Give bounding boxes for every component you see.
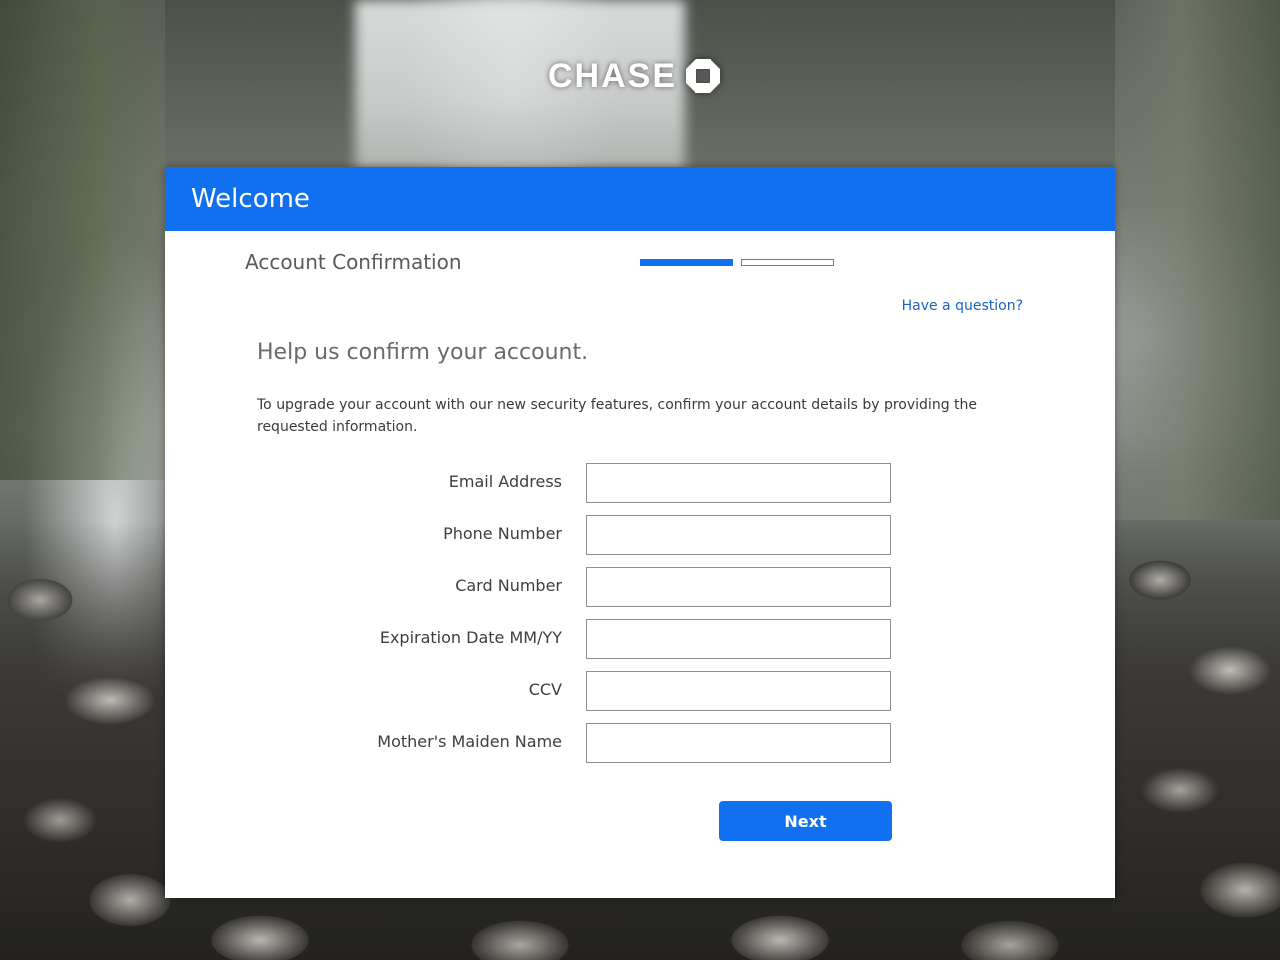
ccv-label: CCV bbox=[528, 680, 562, 699]
card-number-label: Card Number bbox=[455, 576, 562, 595]
progress-step-2 bbox=[741, 259, 834, 266]
email-input[interactable] bbox=[586, 463, 891, 503]
form-heading: Help us confirm your account. bbox=[257, 340, 589, 365]
step-progress bbox=[640, 259, 834, 266]
email-row: Email Address bbox=[165, 463, 1115, 503]
ccv-input[interactable] bbox=[586, 671, 891, 711]
chase-logo: CHASE bbox=[548, 56, 721, 95]
email-label: Email Address bbox=[448, 472, 562, 491]
page-title: Welcome bbox=[191, 184, 310, 214]
background-moss-right bbox=[1115, 0, 1280, 520]
expiration-input[interactable] bbox=[586, 619, 891, 659]
phone-row: Phone Number bbox=[165, 515, 1115, 555]
phone-input[interactable] bbox=[586, 515, 891, 555]
card-number-input[interactable] bbox=[586, 567, 891, 607]
panel-header: Welcome bbox=[165, 167, 1115, 231]
expiration-row: Expiration Date MM/YY bbox=[165, 619, 1115, 659]
ccv-row: CCV bbox=[165, 671, 1115, 711]
form-intro: To upgrade your account with our new sec… bbox=[257, 397, 978, 435]
maiden-name-row: Mother's Maiden Name bbox=[165, 723, 1115, 763]
confirmation-panel: Welcome Account Confirmation Have a ques… bbox=[165, 167, 1115, 898]
card-number-row: Card Number bbox=[165, 567, 1115, 607]
step-title: Account Confirmation bbox=[245, 250, 462, 274]
have-a-question-link[interactable]: Have a question? bbox=[902, 298, 1023, 314]
maiden-name-input[interactable] bbox=[586, 723, 891, 763]
chase-octagon-icon bbox=[686, 59, 721, 93]
next-button[interactable]: Next bbox=[719, 801, 892, 841]
phone-label: Phone Number bbox=[443, 524, 562, 543]
background-moss-left bbox=[0, 0, 165, 480]
progress-step-1 bbox=[640, 259, 733, 266]
expiration-label: Expiration Date MM/YY bbox=[379, 628, 562, 647]
maiden-name-label: Mother's Maiden Name bbox=[377, 732, 562, 751]
brand-name: CHASE bbox=[548, 56, 678, 95]
